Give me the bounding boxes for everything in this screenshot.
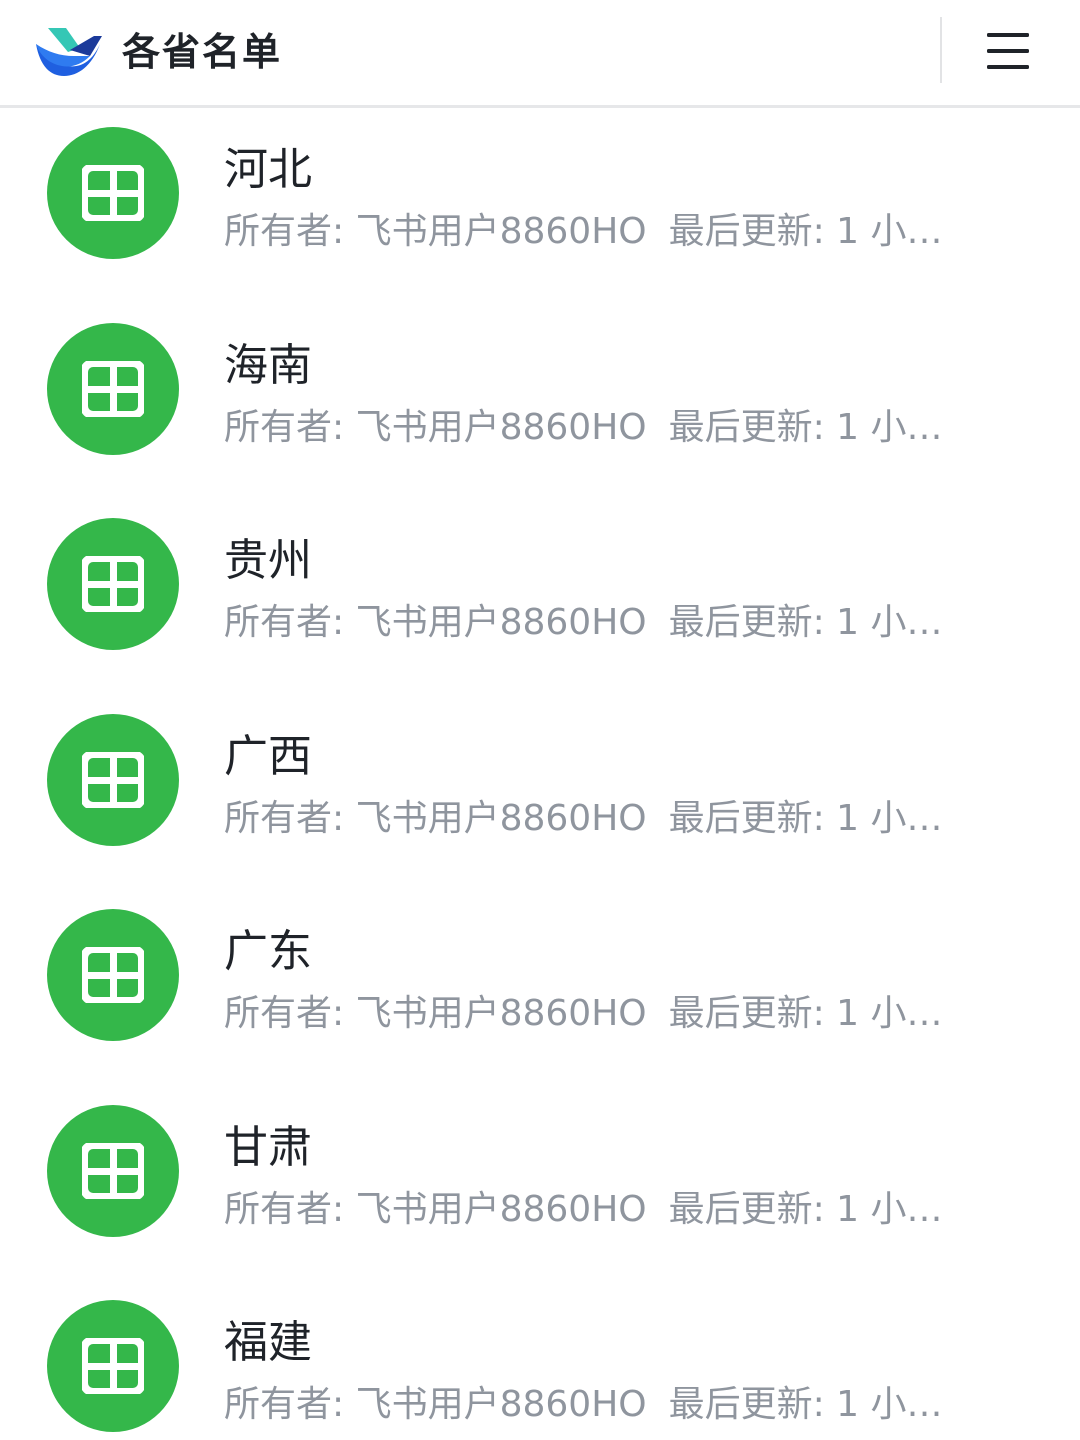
item-owner: 所有者: 飞书用户8860HO <box>224 1384 647 1425</box>
sheet-grid-icon <box>82 1338 144 1394</box>
item-title: 海南 <box>224 339 312 391</box>
item-updated: 最后更新: 1 小… <box>668 406 943 448</box>
item-title: 广东 <box>224 926 312 977</box>
list-item-6[interactable]: 甘肃 所有者: 飞书用户8860HO 最后更新: 1 小… <box>0 1086 1080 1282</box>
document-list: 河北 所有者: 飞书用户8860HO 最后更新: 1 小… 海南 所有者: 飞书用… <box>0 108 1080 1440</box>
sheet-icon-badge <box>47 909 179 1041</box>
item-title: 贵州 <box>224 535 312 586</box>
sheet-icon-badge <box>47 1300 179 1432</box>
item-updated: 最后更新: 1 小… <box>668 211 943 252</box>
item-meta: 所有者: 飞书用户8860HO 最后更新: 1 小… <box>224 1381 994 1429</box>
item-owner: 所有者: 飞书用户8860HO <box>224 602 647 643</box>
item-title: 河北 <box>224 144 312 195</box>
item-title: 甘肃 <box>224 1121 312 1173</box>
item-meta: 所有者: 飞书用户8860HO 最后更新: 1 小… <box>224 404 994 452</box>
list-item-4[interactable]: 广西 所有者: 飞书用户8860HO 最后更新: 1 小… <box>0 695 1080 891</box>
sheet-grid-icon <box>82 360 144 417</box>
item-owner: 所有者: 飞书用户8860HO <box>224 406 647 448</box>
item-updated: 最后更新: 1 小… <box>668 602 943 643</box>
sheet-icon-badge <box>47 713 179 846</box>
top-bar: 各省名单 <box>0 0 1080 108</box>
list-item-7[interactable]: 福建 所有者: 飞书用户8860HO 最后更新: 1 小… <box>0 1281 1080 1440</box>
hamburger-menu-icon <box>987 33 1029 69</box>
list-item-1[interactable]: 河北 所有者: 飞书用户8860HO 最后更新: 1 小… <box>0 108 1080 304</box>
feishu-logo-icon <box>36 28 102 76</box>
sheet-icon-badge <box>47 1104 179 1237</box>
item-meta: 所有者: 飞书用户8860HO 最后更新: 1 小… <box>224 990 994 1038</box>
sheet-icon-badge <box>47 322 179 455</box>
sheet-grid-icon <box>82 751 144 808</box>
item-owner: 所有者: 飞书用户8860HO <box>224 993 647 1034</box>
list-item-3[interactable]: 贵州 所有者: 飞书用户8860HO 最后更新: 1 小… <box>0 499 1080 695</box>
list-item-2[interactable]: 海南 所有者: 飞书用户8860HO 最后更新: 1 小… <box>0 304 1080 500</box>
sheet-grid-icon <box>82 1142 144 1199</box>
app-window: 各省名单 河北 所有者: 飞书用户8860HO 最后更新: 1 小… 海南 所有… <box>0 0 1080 1440</box>
item-owner: 所有者: 飞书用户8860HO <box>224 797 647 839</box>
item-meta: 所有者: 飞书用户8860HO 最后更新: 1 小… <box>224 599 994 647</box>
item-owner: 所有者: 飞书用户8860HO <box>224 1188 647 1230</box>
item-title: 福建 <box>224 1317 312 1368</box>
header-divider <box>940 17 942 83</box>
item-updated: 最后更新: 1 小… <box>668 797 943 839</box>
sheet-grid-icon <box>82 947 144 1003</box>
list-item-5[interactable]: 广东 所有者: 飞书用户8860HO 最后更新: 1 小… <box>0 890 1080 1086</box>
item-meta: 所有者: 飞书用户8860HO 最后更新: 1 小… <box>224 795 994 843</box>
item-updated: 最后更新: 1 小… <box>668 993 943 1034</box>
sheet-icon-badge <box>47 518 179 650</box>
sheet-icon-badge <box>47 127 179 259</box>
item-owner: 所有者: 飞书用户8860HO <box>224 211 647 252</box>
item-meta: 所有者: 飞书用户8860HO 最后更新: 1 小… <box>224 208 994 256</box>
item-meta: 所有者: 飞书用户8860HO 最后更新: 1 小… <box>224 1186 994 1234</box>
item-updated: 最后更新: 1 小… <box>668 1188 943 1230</box>
sheet-grid-icon <box>82 556 144 612</box>
page-title: 各省名单 <box>122 30 283 74</box>
sheet-grid-icon <box>82 165 144 221</box>
menu-button[interactable] <box>978 26 1038 76</box>
item-updated: 最后更新: 1 小… <box>668 1384 943 1425</box>
item-title: 广西 <box>224 730 312 782</box>
